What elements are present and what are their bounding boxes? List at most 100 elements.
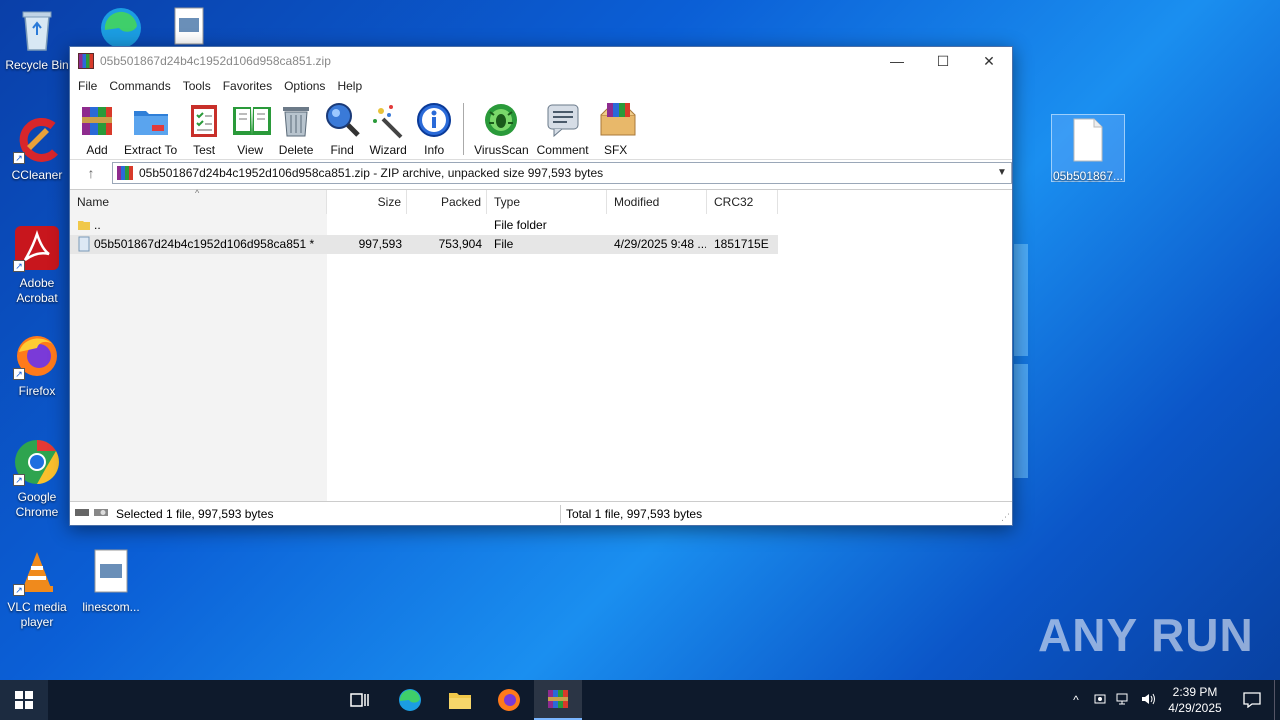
winrar-app-icon [78,53,94,69]
volume-icon[interactable] [1136,692,1160,709]
wizard-button[interactable]: Wizard [365,101,411,157]
show-desktop-button[interactable] [1274,680,1280,720]
menu-file[interactable]: File [72,79,103,93]
shortcut-arrow-icon: ↗ [13,260,25,272]
table-row[interactable]: 05b501867d24b4c1952d106d958ca851 * 997,5… [70,235,778,254]
toolbar-label: VirusScan [474,143,529,157]
chevron-up-icon[interactable]: ^ [1064,693,1088,707]
column-header-type[interactable]: Type [487,190,607,214]
status-selected: Selected 1 file, 997,593 bytes [116,506,274,521]
drive-icons[interactable] [74,507,110,522]
column-header-size[interactable]: Size [327,190,407,214]
resize-grip-icon[interactable]: ⋰ [1001,512,1010,523]
find-button[interactable]: Find [319,101,365,157]
desktop-light-beam [1014,364,1028,478]
clock[interactable]: 2:39 PM 4/29/2025 [1160,684,1230,716]
taskbar-file-explorer[interactable] [436,680,484,720]
view-book-icon [231,101,272,139]
desktop-icon-label: Google Chrome [15,490,59,519]
desktop-icon-google-chrome[interactable]: ↗ Google Chrome [0,438,74,520]
info-button[interactable]: Info [411,101,457,157]
edge-icon [399,689,421,711]
file-modified [614,216,706,235]
desktop-icon-vlc[interactable]: ↗ VLC media player [0,548,74,630]
recycle-bin-icon [13,6,61,54]
taskbar-winrar[interactable] [534,680,582,720]
toolbar-label: Find [330,143,354,157]
sfx-box-icon [597,101,636,139]
sort-ascending-icon: ^ [195,188,200,198]
menu-commands[interactable]: Commands [103,79,176,93]
virusscan-button[interactable]: VirusScan [470,101,532,157]
meet-now-icon[interactable] [1088,692,1112,709]
close-button[interactable]: ✕ [966,47,1012,75]
file-crc: 1851715E [714,237,769,251]
extract-to-button[interactable]: Extract To [120,101,181,157]
toolbar: Add Extract To Test View Delete Find Wiz… [70,97,1012,159]
column-header-label: Name [77,195,110,209]
network-icon[interactable] [1112,692,1136,709]
notification-icon[interactable] [1230,692,1274,708]
clock-time: 2:39 PM [1172,685,1218,699]
delete-button[interactable]: Delete [273,101,319,157]
column-header-label: Type [494,195,521,209]
desktop-icon-recycle-bin[interactable]: Recycle Bin [0,6,74,73]
table-row[interactable]: .. File folder [70,216,778,235]
up-arrow-icon[interactable]: ↑ [70,161,112,185]
status-total: Total 1 file, 997,593 bytes [566,506,703,521]
menu-help[interactable]: Help [331,79,368,93]
file-crc [714,216,778,235]
column-header-packed[interactable]: Packed [407,190,487,214]
column-header-name[interactable]: Name ^ [70,188,327,214]
shortcut-arrow-icon: ↗ [13,474,25,486]
menu-tools[interactable]: Tools [177,79,217,93]
file-type: File folder [494,218,547,232]
firefox-icon [498,689,520,711]
title-bar[interactable]: 05b501867d24b4c1952d106d958ca851.zip — ☐… [70,47,1012,75]
desktop-icon-zip-file[interactable]: 05b501867... [1051,114,1125,183]
sfx-button[interactable]: SFX [593,101,639,157]
menu-favorites[interactable]: Favorites [217,79,278,93]
file-packed [407,216,482,235]
test-button[interactable]: Test [181,101,227,157]
desktop-icon-adobe-acrobat[interactable]: ↗ Adobe Acrobat [0,224,74,306]
desktop-icon-label: 05b501867... [1052,169,1124,183]
start-button[interactable] [0,680,48,720]
anyrun-watermark: ANY RUN [1038,609,1254,661]
task-view-button[interactable] [336,680,384,720]
chevron-down-icon[interactable]: ▼ [993,167,1011,178]
add-button[interactable]: Add [74,101,120,157]
view-button[interactable]: View [227,101,273,157]
extract-folder-icon [132,101,170,139]
comment-button[interactable]: Comment [533,101,593,157]
file-type: File [494,237,514,251]
winrar-window[interactable]: 05b501867d24b4c1952d106d958ca851.zip — ☐… [69,46,1013,526]
taskbar-firefox[interactable] [485,680,533,720]
file-name: 05b501867d24b4c1952d106d958ca851 * [94,237,315,251]
shortcut-arrow-icon: ↗ [13,584,25,596]
windows-logo-icon [15,691,33,709]
file-list[interactable]: Name ^ Size Packed Type Modified CRC32 .… [70,188,1012,501]
file-packed: 753,904 [438,237,482,251]
column-header-modified[interactable]: Modified [607,190,707,214]
toolbar-label: Delete [278,143,314,157]
maximize-button[interactable]: ☐ [920,47,966,75]
desktop-icon-ccleaner[interactable]: ↗ CCleaner [0,116,74,183]
window-title: 05b501867d24b4c1952d106d958ca851.zip [100,54,331,68]
address-field[interactable]: 05b501867d24b4c1952d106d958ca851.zip - Z… [112,161,1012,184]
blank-file-icon [1064,117,1112,165]
minimize-button[interactable]: — [874,47,920,75]
desktop-light-beam [1014,244,1028,356]
taskbar-edge[interactable] [386,680,434,720]
desktop-icon-linescom[interactable]: linescom... [74,548,148,615]
status-bar: Selected 1 file, 997,593 bytes Total 1 f… [70,501,1012,525]
find-magnifier-icon [323,101,361,139]
folder-icon [449,693,471,709]
chrome-icon: ↗ [13,438,61,486]
shortcut-arrow-icon: ↗ [13,368,25,380]
column-header-crc32[interactable]: CRC32 [707,190,778,214]
menu-bar: File Commands Tools Favorites Options He… [70,75,1012,97]
desktop-icon-label: Recycle Bin [5,58,69,72]
desktop-icon-firefox[interactable]: ↗ Firefox [0,332,74,399]
menu-options[interactable]: Options [278,79,331,93]
